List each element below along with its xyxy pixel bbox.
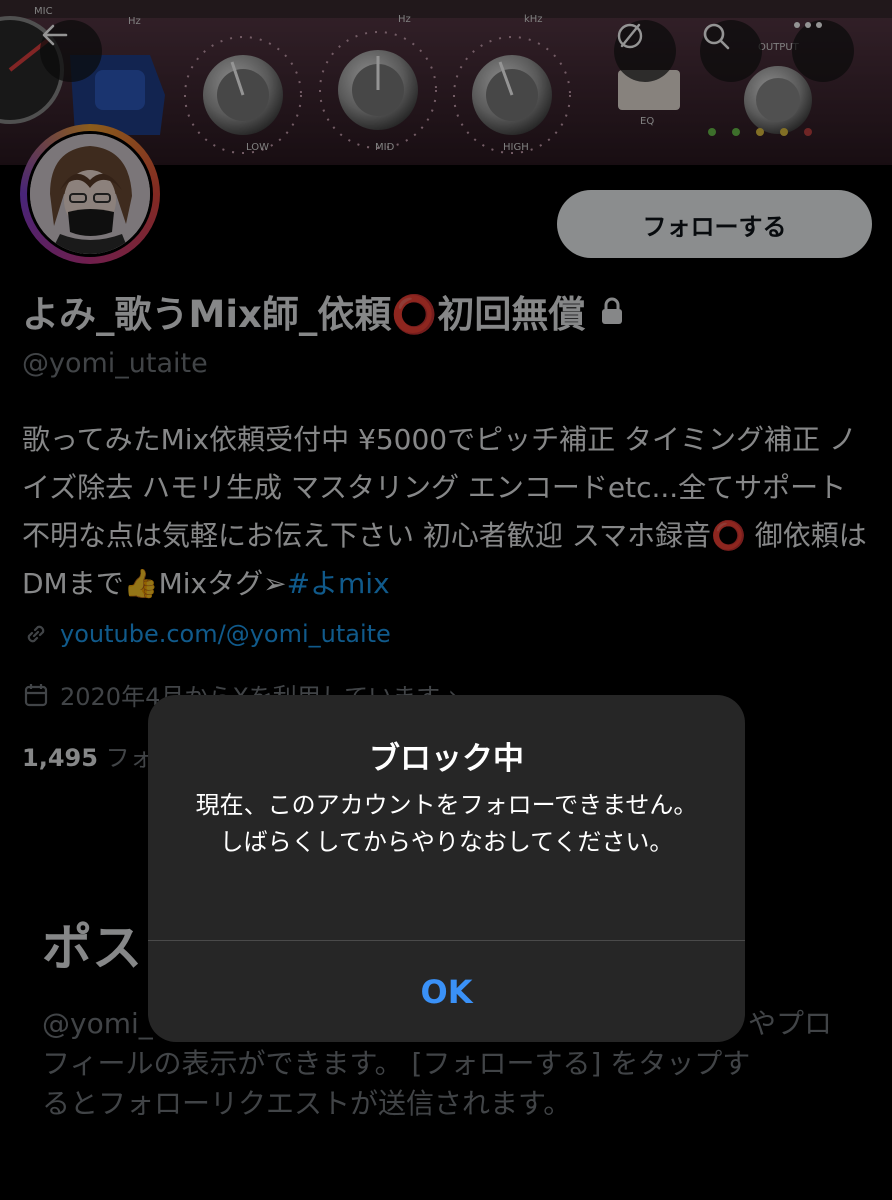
alert-title: ブロック中 bbox=[369, 741, 524, 777]
alert-message: 現在、このアカウントをフォローできません。しばらくしてからやりなおしてください。 bbox=[195, 791, 698, 856]
blocked-alert-dialog: ブロック中 現在、このアカウントをフォローできません。しばらくしてからやりなおし… bbox=[148, 695, 745, 1042]
alert-ok-button[interactable]: OK bbox=[148, 941, 745, 1042]
